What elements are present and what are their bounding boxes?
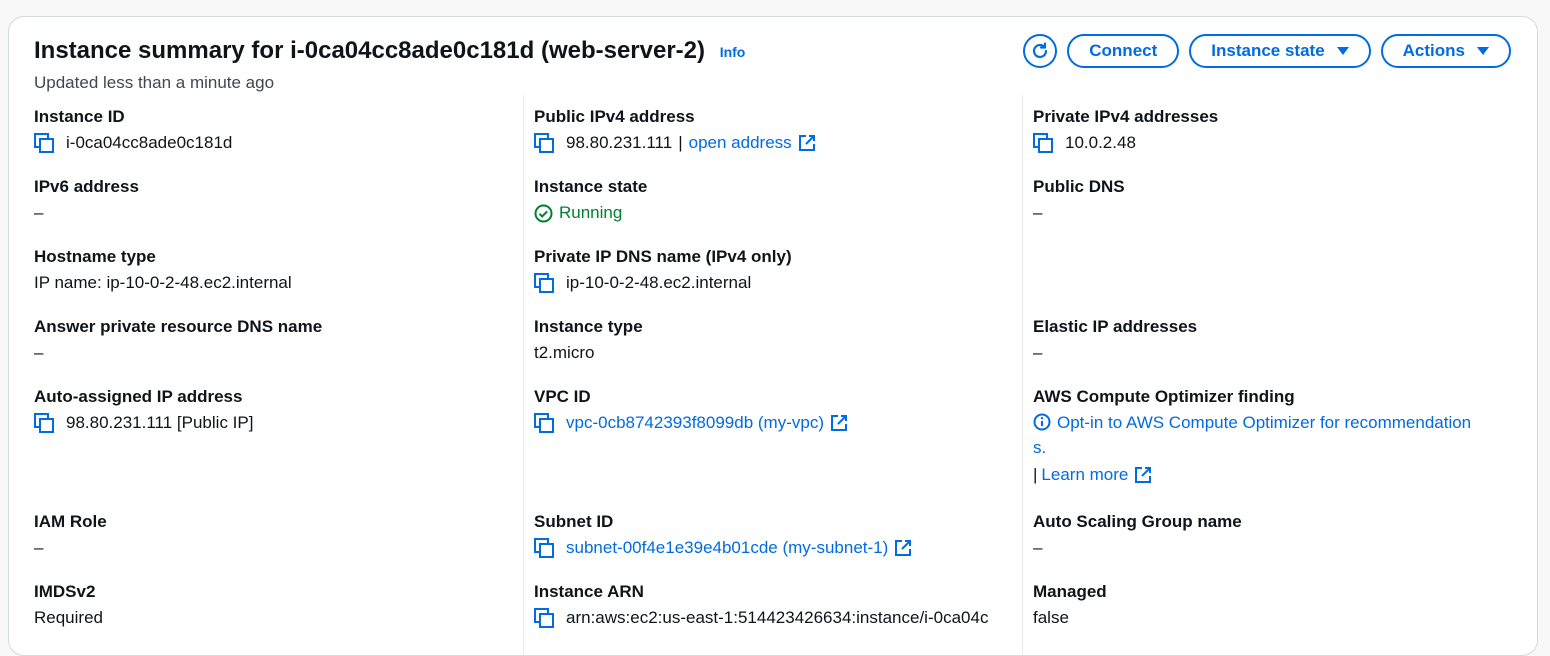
field-label: Instance state	[534, 177, 648, 196]
field-instance-type: Instance type t2.micro	[534, 317, 1014, 364]
field-private-ipv4: Private IPv4 addresses 10.0.2.48	[1033, 107, 1513, 154]
asg-value: –	[1033, 538, 1043, 557]
actions-label: Actions	[1402, 41, 1465, 60]
public-ipv4-value: 98.80.231.111	[566, 133, 673, 152]
copy-icon[interactable]	[534, 538, 556, 558]
info-circle-icon	[1033, 413, 1051, 431]
field-vpc-id: VPC ID vpc-0cb8742393f8099db (my-vpc)	[534, 387, 1014, 434]
copy-icon[interactable]	[534, 608, 556, 628]
field-label: IMDSv2	[34, 582, 96, 601]
field-label: Private IP DNS name (IPv4 only)	[534, 247, 792, 266]
header-actions: Connect Instance state Actions	[1023, 34, 1511, 68]
field-elastic-ip: Elastic IP addresses –	[1033, 317, 1513, 364]
external-link-icon[interactable]	[830, 414, 848, 432]
connect-button[interactable]: Connect	[1067, 34, 1180, 68]
answer-dns-value: –	[34, 343, 44, 362]
instance-state-label: Instance state	[1211, 41, 1325, 60]
field-asg: Auto Scaling Group name –	[1033, 512, 1513, 559]
optimizer-text-tail: s.	[1033, 438, 1047, 457]
elastic-ip-value: –	[1033, 343, 1043, 362]
field-label: Instance type	[534, 317, 643, 336]
external-link-icon[interactable]	[798, 134, 816, 152]
private-dns-value: ip-10-0-2-48.ec2.internal	[566, 273, 752, 292]
private-ipv4-value: 10.0.2.48	[1065, 133, 1136, 152]
copy-icon[interactable]	[34, 413, 56, 433]
instance-state-button[interactable]: Instance state	[1189, 34, 1371, 68]
info-link[interactable]: Info	[720, 44, 746, 60]
refresh-button[interactable]	[1023, 34, 1058, 68]
caret-down-icon	[1477, 47, 1489, 55]
field-label: IAM Role	[34, 512, 107, 531]
instance-state-value: Running	[559, 203, 623, 222]
field-label: Managed	[1033, 582, 1107, 601]
instance-type-value: t2.micro	[534, 343, 595, 362]
field-label: Answer private resource DNS name	[34, 317, 323, 336]
connect-label: Connect	[1089, 41, 1158, 60]
copy-icon[interactable]	[534, 273, 556, 293]
field-iam-role: IAM Role –	[34, 512, 514, 559]
field-instance-state: Instance state Running	[534, 177, 1014, 224]
copy-icon[interactable]	[1033, 133, 1055, 153]
ipv6-value: –	[34, 203, 44, 222]
auto-ip-value: 98.80.231.111 [Public IP]	[66, 413, 254, 432]
field-label: Instance ARN	[534, 582, 644, 601]
optimizer-opt-in-link[interactable]: Opt-in to AWS Compute Optimizer for reco…	[1033, 410, 1513, 460]
learn-more-row: | Learn more	[1033, 465, 1513, 485]
refresh-icon	[1033, 42, 1048, 59]
field-label: AWS Compute Optimizer finding	[1033, 387, 1295, 406]
page-title-text: Instance summary for i-0ca04cc8ade0c181d…	[34, 37, 706, 64]
external-link-icon[interactable]	[894, 539, 912, 557]
caret-down-icon	[1336, 47, 1349, 55]
field-hostname-type: Hostname type IP name: ip-10-0-2-48.ec2.…	[34, 247, 514, 294]
field-label: Elastic IP addresses	[1033, 317, 1198, 336]
learn-more-link[interactable]: Learn more	[1041, 465, 1128, 485]
iam-role-value: –	[34, 538, 44, 557]
field-label: Private IPv4 addresses	[1033, 107, 1219, 126]
separator: |	[678, 133, 683, 152]
open-address-link[interactable]: open address	[689, 132, 792, 154]
field-label: IPv6 address	[34, 177, 139, 196]
optimizer-text: Opt-in to AWS Compute Optimizer for reco…	[1057, 413, 1472, 432]
separator: |	[1033, 465, 1038, 484]
external-link-icon[interactable]	[1134, 466, 1152, 484]
field-ipv6: IPv6 address –	[34, 177, 514, 224]
instance-id-value: i-0ca04cc8ade0c181d	[66, 133, 233, 152]
public-dns-value: –	[1033, 203, 1043, 222]
field-label: Instance ID	[34, 107, 125, 126]
column-divider	[1022, 95, 1023, 655]
field-label: VPC ID	[534, 387, 591, 406]
field-compute-optimizer: AWS Compute Optimizer finding Opt-in to …	[1033, 387, 1513, 485]
field-answer-dns: Answer private resource DNS name –	[34, 317, 514, 364]
field-instance-arn: Instance ARN arn:aws:ec2:us-east-1:51442…	[534, 582, 1014, 629]
field-public-ipv4: Public IPv4 address 98.80.231.111 | open…	[534, 107, 1014, 154]
page-title: Instance summary for i-0ca04cc8ade0c181d…	[34, 37, 745, 65]
instance-summary-panel: Instance summary for i-0ca04cc8ade0c181d…	[8, 16, 1538, 656]
field-label: Public IPv4 address	[534, 107, 695, 126]
field-label: Hostname type	[34, 247, 156, 266]
field-label: Public DNS	[1033, 177, 1125, 196]
actions-button[interactable]: Actions	[1380, 34, 1511, 68]
field-label: Auto Scaling Group name	[1033, 512, 1242, 531]
updated-status: Updated less than a minute ago	[34, 73, 275, 92]
field-instance-id: Instance ID i-0ca04cc8ade0c181d	[34, 107, 514, 154]
vpc-id-link[interactable]: vpc-0cb8742393f8099db (my-vpc)	[566, 412, 824, 434]
copy-icon[interactable]	[34, 133, 56, 153]
subnet-id-link[interactable]: subnet-00f4e1e39e4b01cde (my-subnet-1)	[566, 537, 888, 559]
field-managed: Managed false	[1033, 582, 1513, 629]
copy-icon[interactable]	[534, 133, 556, 153]
hostname-type-value: IP name: ip-10-0-2-48.ec2.internal	[34, 273, 292, 292]
column-divider	[523, 95, 524, 655]
copy-icon[interactable]	[534, 413, 556, 433]
field-imdsv2: IMDSv2 Required	[34, 582, 514, 629]
check-circle-icon	[534, 204, 553, 223]
field-public-dns: Public DNS –	[1033, 177, 1513, 224]
field-private-dns: Private IP DNS name (IPv4 only) ip-10-0-…	[534, 247, 1014, 294]
field-label: Auto-assigned IP address	[34, 387, 243, 406]
field-auto-ip: Auto-assigned IP address 98.80.231.111 […	[34, 387, 514, 434]
field-subnet-id: Subnet ID subnet-00f4e1e39e4b01cde (my-s…	[534, 512, 1014, 559]
field-label: Subnet ID	[534, 512, 614, 531]
